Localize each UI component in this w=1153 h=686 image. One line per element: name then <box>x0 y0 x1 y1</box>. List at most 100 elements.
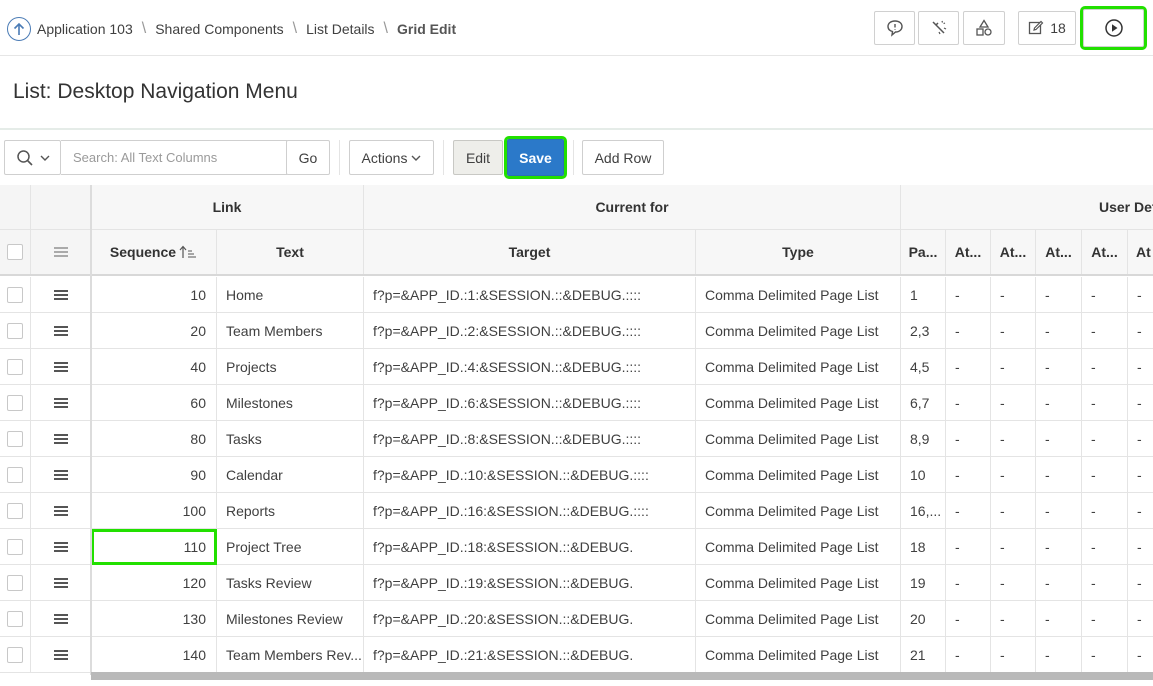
cell-pages[interactable]: 16,... <box>901 493 946 529</box>
cell-target[interactable]: f?p=&APP_ID.:16:&SESSION.::&DEBUG.:::: <box>364 493 696 529</box>
column-header-attribute-3[interactable]: At... <box>1036 230 1082 275</box>
cell-attribute-5[interactable]: - <box>1128 637 1153 673</box>
row-checkbox[interactable] <box>7 394 23 411</box>
cell-attribute-2[interactable]: - <box>991 457 1036 493</box>
add-row-button[interactable]: Add Row <box>582 140 664 175</box>
cell-pages[interactable]: 8,9 <box>901 421 946 457</box>
cell-attribute-3[interactable]: - <box>1036 457 1082 493</box>
edit-page-button[interactable]: 18 <box>1018 11 1076 45</box>
cell-attribute-3[interactable]: - <box>1036 565 1082 601</box>
column-header-attribute-1[interactable]: At... <box>946 230 991 275</box>
cell-attribute-2[interactable]: - <box>991 385 1036 421</box>
cell-text[interactable]: Milestones Review <box>217 601 364 637</box>
edit-button[interactable]: Edit <box>453 140 503 175</box>
cell-target[interactable]: f?p=&APP_ID.:8:&SESSION.::&DEBUG.:::: <box>364 421 696 457</box>
cell-type[interactable]: Comma Delimited Page List <box>696 277 901 313</box>
cell-pages[interactable]: 21 <box>901 637 946 673</box>
horizontal-scrollbar[interactable] <box>91 672 1153 680</box>
shared-components-button[interactable] <box>963 11 1005 45</box>
row-actions-menu-icon[interactable] <box>53 541 68 552</box>
row-checkbox[interactable] <box>7 502 23 519</box>
row-checkbox[interactable] <box>7 430 23 447</box>
cell-attribute-1[interactable]: - <box>946 385 991 421</box>
cell-attribute-4[interactable]: - <box>1082 637 1128 673</box>
cell-type[interactable]: Comma Delimited Page List <box>696 601 901 637</box>
cell-attribute-1[interactable]: - <box>946 313 991 349</box>
row-checkbox[interactable] <box>7 358 23 375</box>
cell-attribute-5[interactable]: - <box>1128 313 1153 349</box>
cell-attribute-5[interactable]: - <box>1128 493 1153 529</box>
cell-type[interactable]: Comma Delimited Page List <box>696 385 901 421</box>
cell-type[interactable]: Comma Delimited Page List <box>696 313 901 349</box>
column-header-attribute-5[interactable]: At <box>1128 230 1153 275</box>
cell-attribute-2[interactable]: - <box>991 529 1036 565</box>
row-actions-menu-icon[interactable] <box>53 397 68 408</box>
cell-attribute-2[interactable]: - <box>991 637 1036 673</box>
cell-attribute-4[interactable]: - <box>1082 493 1128 529</box>
cell-attribute-4[interactable]: - <box>1082 385 1128 421</box>
cell-attribute-5[interactable]: - <box>1128 385 1153 421</box>
cell-attribute-5[interactable]: - <box>1128 457 1153 493</box>
cell-sequence[interactable]: 120 <box>91 565 217 601</box>
row-actions-menu-icon[interactable] <box>53 361 68 372</box>
cell-pages[interactable]: 18 <box>901 529 946 565</box>
cell-text[interactable]: Calendar <box>217 457 364 493</box>
cell-type[interactable]: Comma Delimited Page List <box>696 421 901 457</box>
cell-attribute-5[interactable]: - <box>1128 565 1153 601</box>
cell-attribute-2[interactable]: - <box>991 421 1036 457</box>
cell-target[interactable]: f?p=&APP_ID.:18:&SESSION.::&DEBUG. <box>364 529 696 565</box>
cell-attribute-1[interactable]: - <box>946 493 991 529</box>
select-all-checkbox[interactable] <box>7 244 23 260</box>
column-header-pages[interactable]: Pa... <box>901 230 946 275</box>
cell-attribute-5[interactable]: - <box>1128 277 1153 313</box>
breadcrumb-application[interactable]: Application 103 <box>37 21 133 37</box>
cell-attribute-4[interactable]: - <box>1082 601 1128 637</box>
cell-pages[interactable]: 10 <box>901 457 946 493</box>
cell-target[interactable]: f?p=&APP_ID.:21:&SESSION.::&DEBUG. <box>364 637 696 673</box>
cell-target[interactable]: f?p=&APP_ID.:19:&SESSION.::&DEBUG. <box>364 565 696 601</box>
row-checkbox[interactable] <box>7 538 23 555</box>
cell-text[interactable]: Milestones <box>217 385 364 421</box>
row-checkbox[interactable] <box>7 322 23 339</box>
cell-attribute-3[interactable]: - <box>1036 421 1082 457</box>
cell-attribute-4[interactable]: - <box>1082 349 1128 385</box>
row-actions-menu-icon[interactable] <box>53 613 68 624</box>
cell-attribute-2[interactable]: - <box>991 565 1036 601</box>
cell-sequence[interactable]: 20 <box>91 313 217 349</box>
row-actions-menu-icon[interactable] <box>53 469 68 480</box>
cell-attribute-2[interactable]: - <box>991 493 1036 529</box>
cell-pages[interactable]: 2,3 <box>901 313 946 349</box>
cell-attribute-2[interactable]: - <box>991 313 1036 349</box>
cell-attribute-5[interactable]: - <box>1128 421 1153 457</box>
cell-pages[interactable]: 6,7 <box>901 385 946 421</box>
cell-sequence[interactable]: 40 <box>91 349 217 385</box>
cell-text[interactable]: Reports <box>217 493 364 529</box>
search-input[interactable]: Search: All Text Columns <box>61 140 287 175</box>
cell-text[interactable]: Home <box>217 277 364 313</box>
column-header-type[interactable]: Type <box>696 230 901 275</box>
cell-target[interactable]: f?p=&APP_ID.:4:&SESSION.::&DEBUG.:::: <box>364 349 696 385</box>
column-header-attribute-2[interactable]: At... <box>991 230 1036 275</box>
cell-type[interactable]: Comma Delimited Page List <box>696 529 901 565</box>
save-button[interactable]: Save <box>504 136 567 179</box>
cell-pages[interactable]: 4,5 <box>901 349 946 385</box>
cell-attribute-5[interactable]: - <box>1128 601 1153 637</box>
cell-target[interactable]: f?p=&APP_ID.:20:&SESSION.::&DEBUG. <box>364 601 696 637</box>
cell-attribute-2[interactable]: - <box>991 601 1036 637</box>
column-header-target[interactable]: Target <box>364 230 696 275</box>
breadcrumb-shared-components[interactable]: Shared Components <box>155 21 283 37</box>
run-page-button[interactable] <box>1080 6 1147 50</box>
row-checkbox[interactable] <box>7 286 23 303</box>
developer-comments-button[interactable] <box>874 11 915 45</box>
cell-attribute-1[interactable]: - <box>946 349 991 385</box>
row-checkbox[interactable] <box>7 574 23 591</box>
cell-attribute-3[interactable]: - <box>1036 493 1082 529</box>
cell-target[interactable]: f?p=&APP_ID.:2:&SESSION.::&DEBUG.:::: <box>364 313 696 349</box>
cell-attribute-4[interactable]: - <box>1082 529 1128 565</box>
cell-text[interactable]: Team Members <box>217 313 364 349</box>
cell-text[interactable]: Team Members Rev... <box>217 637 364 673</box>
cell-attribute-1[interactable]: - <box>946 277 991 313</box>
row-checkbox[interactable] <box>7 610 23 627</box>
cell-sequence[interactable]: 10 <box>91 277 217 313</box>
cell-text[interactable]: Tasks <box>217 421 364 457</box>
